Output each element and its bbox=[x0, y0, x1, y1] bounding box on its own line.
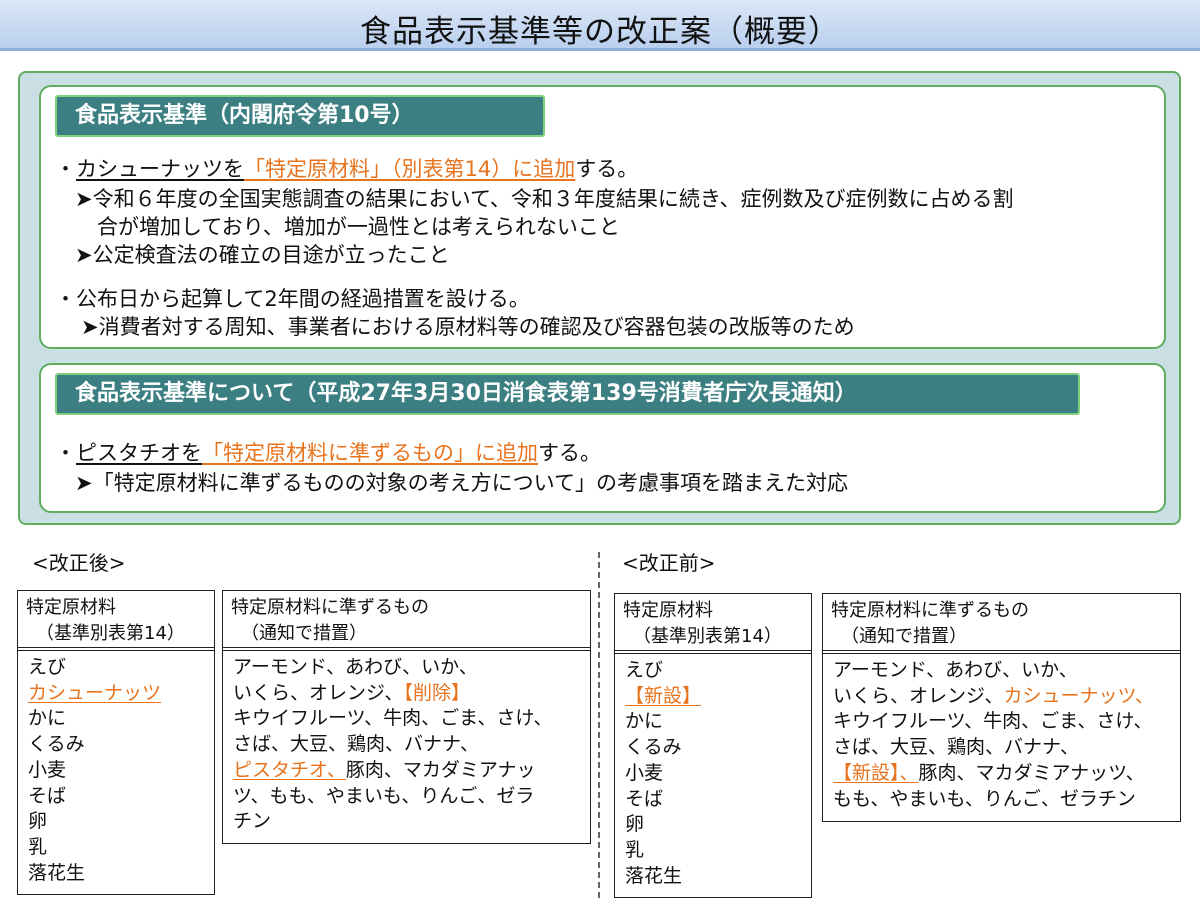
list-item: 落花生 bbox=[625, 864, 683, 887]
new-slot-marker: 【新設】、 bbox=[833, 761, 919, 784]
list-line: キウイフルーツ、牛肉、ごま、さけ、 bbox=[833, 710, 1153, 733]
bullet-pistachio: ・ピスタチオを「特定原材料に準ずるもの」に追加する。 bbox=[55, 437, 601, 467]
reason-survey-line1: ➤令和６年度の全国実態調査の結果において、令和３年度結果に続き、症例数及び症例数… bbox=[75, 187, 1014, 211]
before-equivalent-title: 特定原材料に準ずるもの bbox=[831, 600, 1029, 621]
list-line: キウイフルーツ、牛肉、ごま、さけ、 bbox=[233, 707, 553, 730]
after-equivalent-ingredients-box: 特定原材料に準ずるもの （通知で措置） アーモンド、あわび、いか、 いくら、オレ… bbox=[222, 590, 591, 844]
bullet-cashew-subject: カシューナッツを bbox=[76, 157, 244, 181]
list-line: ピスタチオ、豚肉、マカダミアナッ bbox=[233, 758, 584, 784]
reason-transition: ➤消費者対する周知、事業者における原材料等の確認及び容器包装の改版等のため bbox=[81, 315, 855, 339]
after-specified-title: 特定原材料 bbox=[26, 597, 116, 618]
list-line: アーモンド、あわび、いか、 bbox=[833, 659, 1078, 681]
list-item: えび bbox=[625, 659, 664, 681]
before-equivalent-ingredients-box: 特定原材料に準ずるもの （通知で措置） アーモンド、あわび、いか、 いくら、オレ… bbox=[822, 593, 1181, 822]
deleted-marker: 【削除】 bbox=[403, 681, 470, 704]
list-line: いくら、オレンジ、【削除】 bbox=[233, 681, 584, 707]
before-specified-header: 特定原材料 （基準別表第14） bbox=[615, 594, 811, 654]
title-bar: 食品表示基準等の改正案（概要） bbox=[0, 0, 1200, 51]
after-revision-label: <改正後> bbox=[32, 551, 126, 575]
list-item-new-slot: 【新設】 bbox=[625, 684, 702, 707]
before-specified-list: えび 【新設】 かに くるみ 小麦 そば 卵 乳 落花生 bbox=[625, 658, 805, 889]
page-title: 食品表示基準等の改正案（概要） bbox=[360, 14, 840, 50]
reason-survey-line2: 合が増加しており、増加が一過性とは考えられないこと bbox=[97, 215, 620, 239]
reason-test-method: ➤公定検査法の確立の目途が立ったこと bbox=[75, 243, 450, 267]
list-line: アーモンド、あわび、いか、 bbox=[233, 656, 478, 678]
before-equivalent-header: 特定原材料に準ずるもの （通知で措置） bbox=[823, 594, 1180, 654]
before-equivalent-subtitle: （通知で措置） bbox=[841, 626, 967, 647]
list-item: 卵 bbox=[625, 813, 645, 836]
section-notice-panel: 食品表示基準について（平成27年3月30日消食表第139号消費者庁次長通知） ・… bbox=[39, 363, 1166, 513]
list-line: さば、大豆、鶏肉、バナナ、 bbox=[833, 736, 1080, 759]
section-standard-header: 食品表示基準（内閣府令第10号） bbox=[55, 95, 545, 137]
bullet-pistachio-subject: ピスタチオを bbox=[76, 441, 202, 465]
bullet-cashew-suffix: する。 bbox=[575, 157, 639, 181]
cashew-previous: カシューナッツ、 bbox=[1003, 684, 1154, 707]
after-equivalent-list: アーモンド、あわび、いか、 いくら、オレンジ、【削除】 キウイフルーツ、牛肉、ご… bbox=[233, 655, 584, 835]
after-equivalent-title: 特定原材料に準ずるもの bbox=[231, 597, 429, 618]
list-line: チン bbox=[233, 810, 272, 833]
list-text: いくら、オレンジ、 bbox=[833, 684, 1004, 707]
after-equivalent-header: 特定原材料に準ずるもの （通知で措置） bbox=[223, 591, 590, 651]
bullet-transition: ・公布日から起算して2年間の経過措置を設ける。 bbox=[55, 287, 530, 311]
list-line: さば、大豆、鶏肉、バナナ、 bbox=[233, 733, 480, 756]
after-specified-ingredients-box: 特定原材料 （基準別表第14） えび カシューナッツ かに くるみ 小麦 そば … bbox=[17, 590, 215, 895]
list-text: いくら、オレンジ、 bbox=[233, 681, 404, 704]
list-item: くるみ bbox=[625, 736, 682, 759]
list-item: 乳 bbox=[28, 835, 48, 858]
list-text: 豚肉、マカダミアナッ bbox=[345, 758, 536, 781]
before-specified-ingredients-box: 特定原材料 （基準別表第14） えび 【新設】 かに くるみ 小麦 そば 卵 乳… bbox=[614, 593, 812, 898]
bullet-pistachio-suffix: する。 bbox=[538, 441, 601, 465]
list-line: いくら、オレンジ、カシューナッツ、 bbox=[833, 684, 1174, 710]
bullet-mark: ・ bbox=[55, 157, 76, 181]
list-line: ツ、もも、やまいも、りんご、ゼラ bbox=[233, 784, 535, 807]
list-item: 小麦 bbox=[28, 758, 67, 781]
section-standard-panel: 食品表示基準（内閣府令第10号） ・カシューナッツを「特定原材料」（別表第14）… bbox=[39, 85, 1166, 349]
list-text: 豚肉、マカダミアナッツ、 bbox=[918, 761, 1145, 784]
list-item: えび bbox=[28, 656, 67, 678]
before-revision-label: <改正前> bbox=[622, 551, 716, 575]
list-item: そば bbox=[28, 784, 67, 807]
before-equivalent-list: アーモンド、あわび、いか、 いくら、オレンジ、カシューナッツ、 キウイフルーツ、… bbox=[833, 658, 1174, 812]
after-specified-list: えび カシューナッツ かに くるみ 小麦 そば 卵 乳 落花生 bbox=[28, 655, 208, 886]
after-equivalent-subtitle: （通知で措置） bbox=[241, 623, 367, 644]
bullet-pistachio-action: 「特定原材料に準ずるもの」に追加 bbox=[202, 441, 538, 465]
list-item: そば bbox=[625, 787, 664, 810]
list-line: もも、やまいも、りんご、ゼラチン bbox=[833, 787, 1136, 810]
reason-pistachio: ➤「特定原材料に準ずるものの対象の考え方について」の考慮事項を踏まえた対応 bbox=[75, 471, 848, 495]
bullet-cashew: ・カシューナッツを「特定原材料」（別表第14）に追加する。 bbox=[55, 153, 638, 183]
added-pistachio: ピスタチオ、 bbox=[233, 758, 346, 781]
before-specified-title: 特定原材料 bbox=[623, 600, 713, 621]
list-item: 小麦 bbox=[625, 761, 664, 784]
list-item: 落花生 bbox=[28, 861, 86, 884]
section-notice-header: 食品表示基準について（平成27年3月30日消食表第139号消費者庁次長通知） bbox=[55, 373, 1080, 415]
summary-frame: 食品表示基準（内閣府令第10号） ・カシューナッツを「特定原材料」（別表第14）… bbox=[18, 71, 1181, 525]
comparison-divider bbox=[598, 552, 600, 898]
bullet-mark: ・ bbox=[55, 441, 76, 465]
list-item: かに bbox=[28, 707, 67, 730]
before-specified-subtitle: （基準別表第14） bbox=[633, 626, 782, 647]
list-item: 乳 bbox=[625, 838, 645, 861]
list-line: 【新設】、豚肉、マカダミアナッツ、 bbox=[833, 761, 1174, 787]
list-item: くるみ bbox=[28, 733, 85, 756]
after-specified-header: 特定原材料 （基準別表第14） bbox=[18, 591, 214, 651]
list-item: 卵 bbox=[28, 810, 48, 833]
after-specified-subtitle: （基準別表第14） bbox=[36, 623, 185, 644]
bullet-cashew-action: 「特定原材料」（別表第14）に追加 bbox=[244, 157, 576, 181]
list-item: かに bbox=[625, 710, 664, 733]
list-item-added: カシューナッツ bbox=[28, 681, 162, 704]
